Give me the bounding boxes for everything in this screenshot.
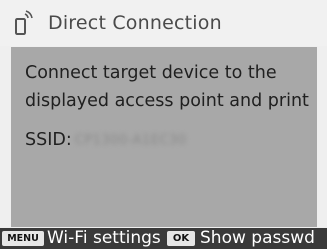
show-password-action[interactable]: Show passwd xyxy=(200,228,315,249)
message-panel: Connect target device to the displayed a… xyxy=(11,47,317,227)
instruction-line-1: Connect target device to the xyxy=(25,63,277,83)
footer-bar: MENU Wi-Fi settings OK Show passwd xyxy=(0,228,327,249)
instruction-line-2: displayed access point and print xyxy=(25,91,309,111)
header: Direct Connection xyxy=(0,0,327,46)
menu-button-badge[interactable]: MENU xyxy=(2,231,44,246)
direct-connection-screen: Direct Connection Connect target device … xyxy=(0,0,327,249)
wifi-settings-action[interactable]: Wi-Fi settings xyxy=(47,228,161,249)
instruction-message: Connect target device to the displayed a… xyxy=(25,59,315,115)
ssid-label: SSID: xyxy=(25,130,72,150)
phone-wireless-icon xyxy=(15,10,33,35)
ssid-row: SSID: CP1300-A1EC30 xyxy=(25,130,187,150)
ssid-value: CP1300-A1EC30 xyxy=(74,132,187,148)
ok-button-badge[interactable]: OK xyxy=(167,231,195,246)
page-title: Direct Connection xyxy=(48,12,222,34)
